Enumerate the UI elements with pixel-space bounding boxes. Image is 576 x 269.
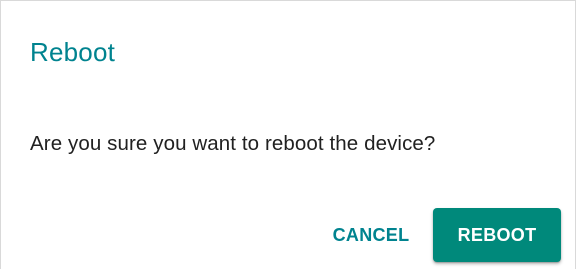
- reboot-button[interactable]: REBOOT: [433, 208, 561, 262]
- dialog-title: Reboot: [30, 37, 116, 67]
- cancel-button[interactable]: CANCEL: [321, 208, 421, 262]
- reboot-dialog: Reboot Are you sure you want to reboot t…: [0, 0, 576, 269]
- dialog-message: Are you sure you want to reboot the devi…: [30, 132, 436, 155]
- dialog-actions: CANCEL REBOOT: [321, 208, 561, 262]
